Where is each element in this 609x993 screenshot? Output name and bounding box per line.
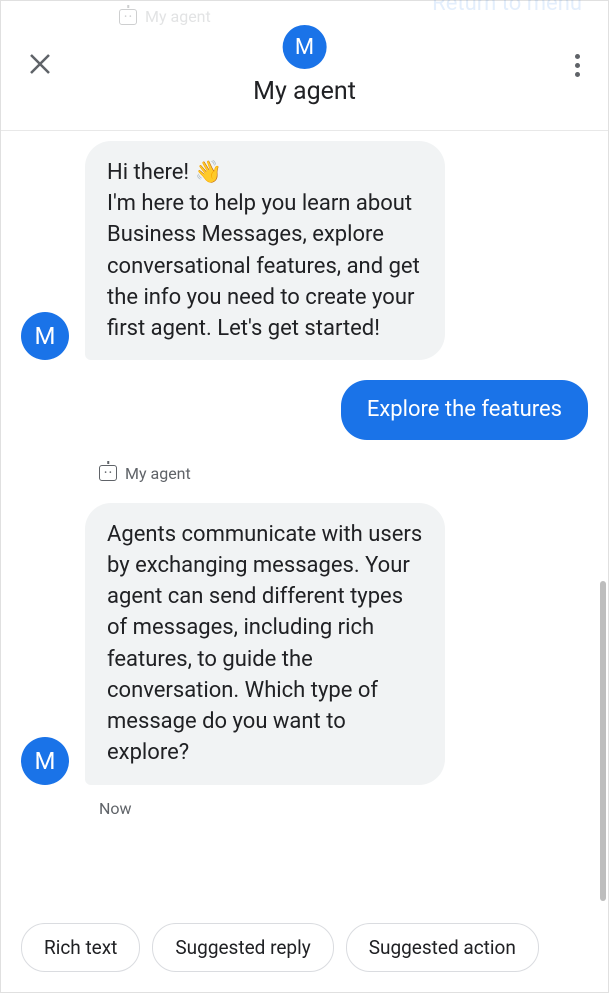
user-message-bubble: Explore the features	[341, 380, 588, 439]
message-timestamp: Now	[99, 799, 588, 818]
user-message-row: Explore the features	[21, 380, 588, 439]
ghost-return-button: Return to menu	[432, 0, 582, 16]
chat-header: M My agent My agent Return to menu	[1, 1, 608, 131]
agent-title: My agent	[253, 77, 356, 106]
close-button[interactable]	[21, 44, 59, 88]
scrollbar-thumb[interactable]	[600, 581, 606, 901]
suggestion-chips-row: Rich text Suggested reply Suggested acti…	[1, 913, 608, 992]
agent-message-bubble: Hi there! 👋 I'm here to help you learn a…	[85, 141, 445, 360]
agent-message-row: M Hi there! 👋 I'm here to help you learn…	[21, 141, 588, 360]
bot-icon	[119, 9, 137, 25]
chip-rich-text[interactable]: Rich text	[21, 923, 140, 972]
chip-suggested-action[interactable]: Suggested action	[346, 923, 539, 972]
bot-icon	[99, 465, 117, 481]
agent-name-label: My agent	[99, 464, 588, 483]
agent-message-row: M Agents communicate with users by excha…	[21, 503, 588, 785]
message-list: M Hi there! 👋 I'm here to help you learn…	[1, 131, 608, 913]
more-options-button[interactable]	[567, 46, 588, 85]
chip-suggested-reply[interactable]: Suggested reply	[152, 923, 333, 972]
agent-avatar: M	[21, 312, 69, 360]
header-avatar: M	[282, 25, 326, 69]
ghost-agent-label: My agent	[119, 7, 211, 26]
agent-message-bubble: Agents communicate with users by exchang…	[85, 503, 445, 785]
agent-avatar: M	[21, 737, 69, 785]
